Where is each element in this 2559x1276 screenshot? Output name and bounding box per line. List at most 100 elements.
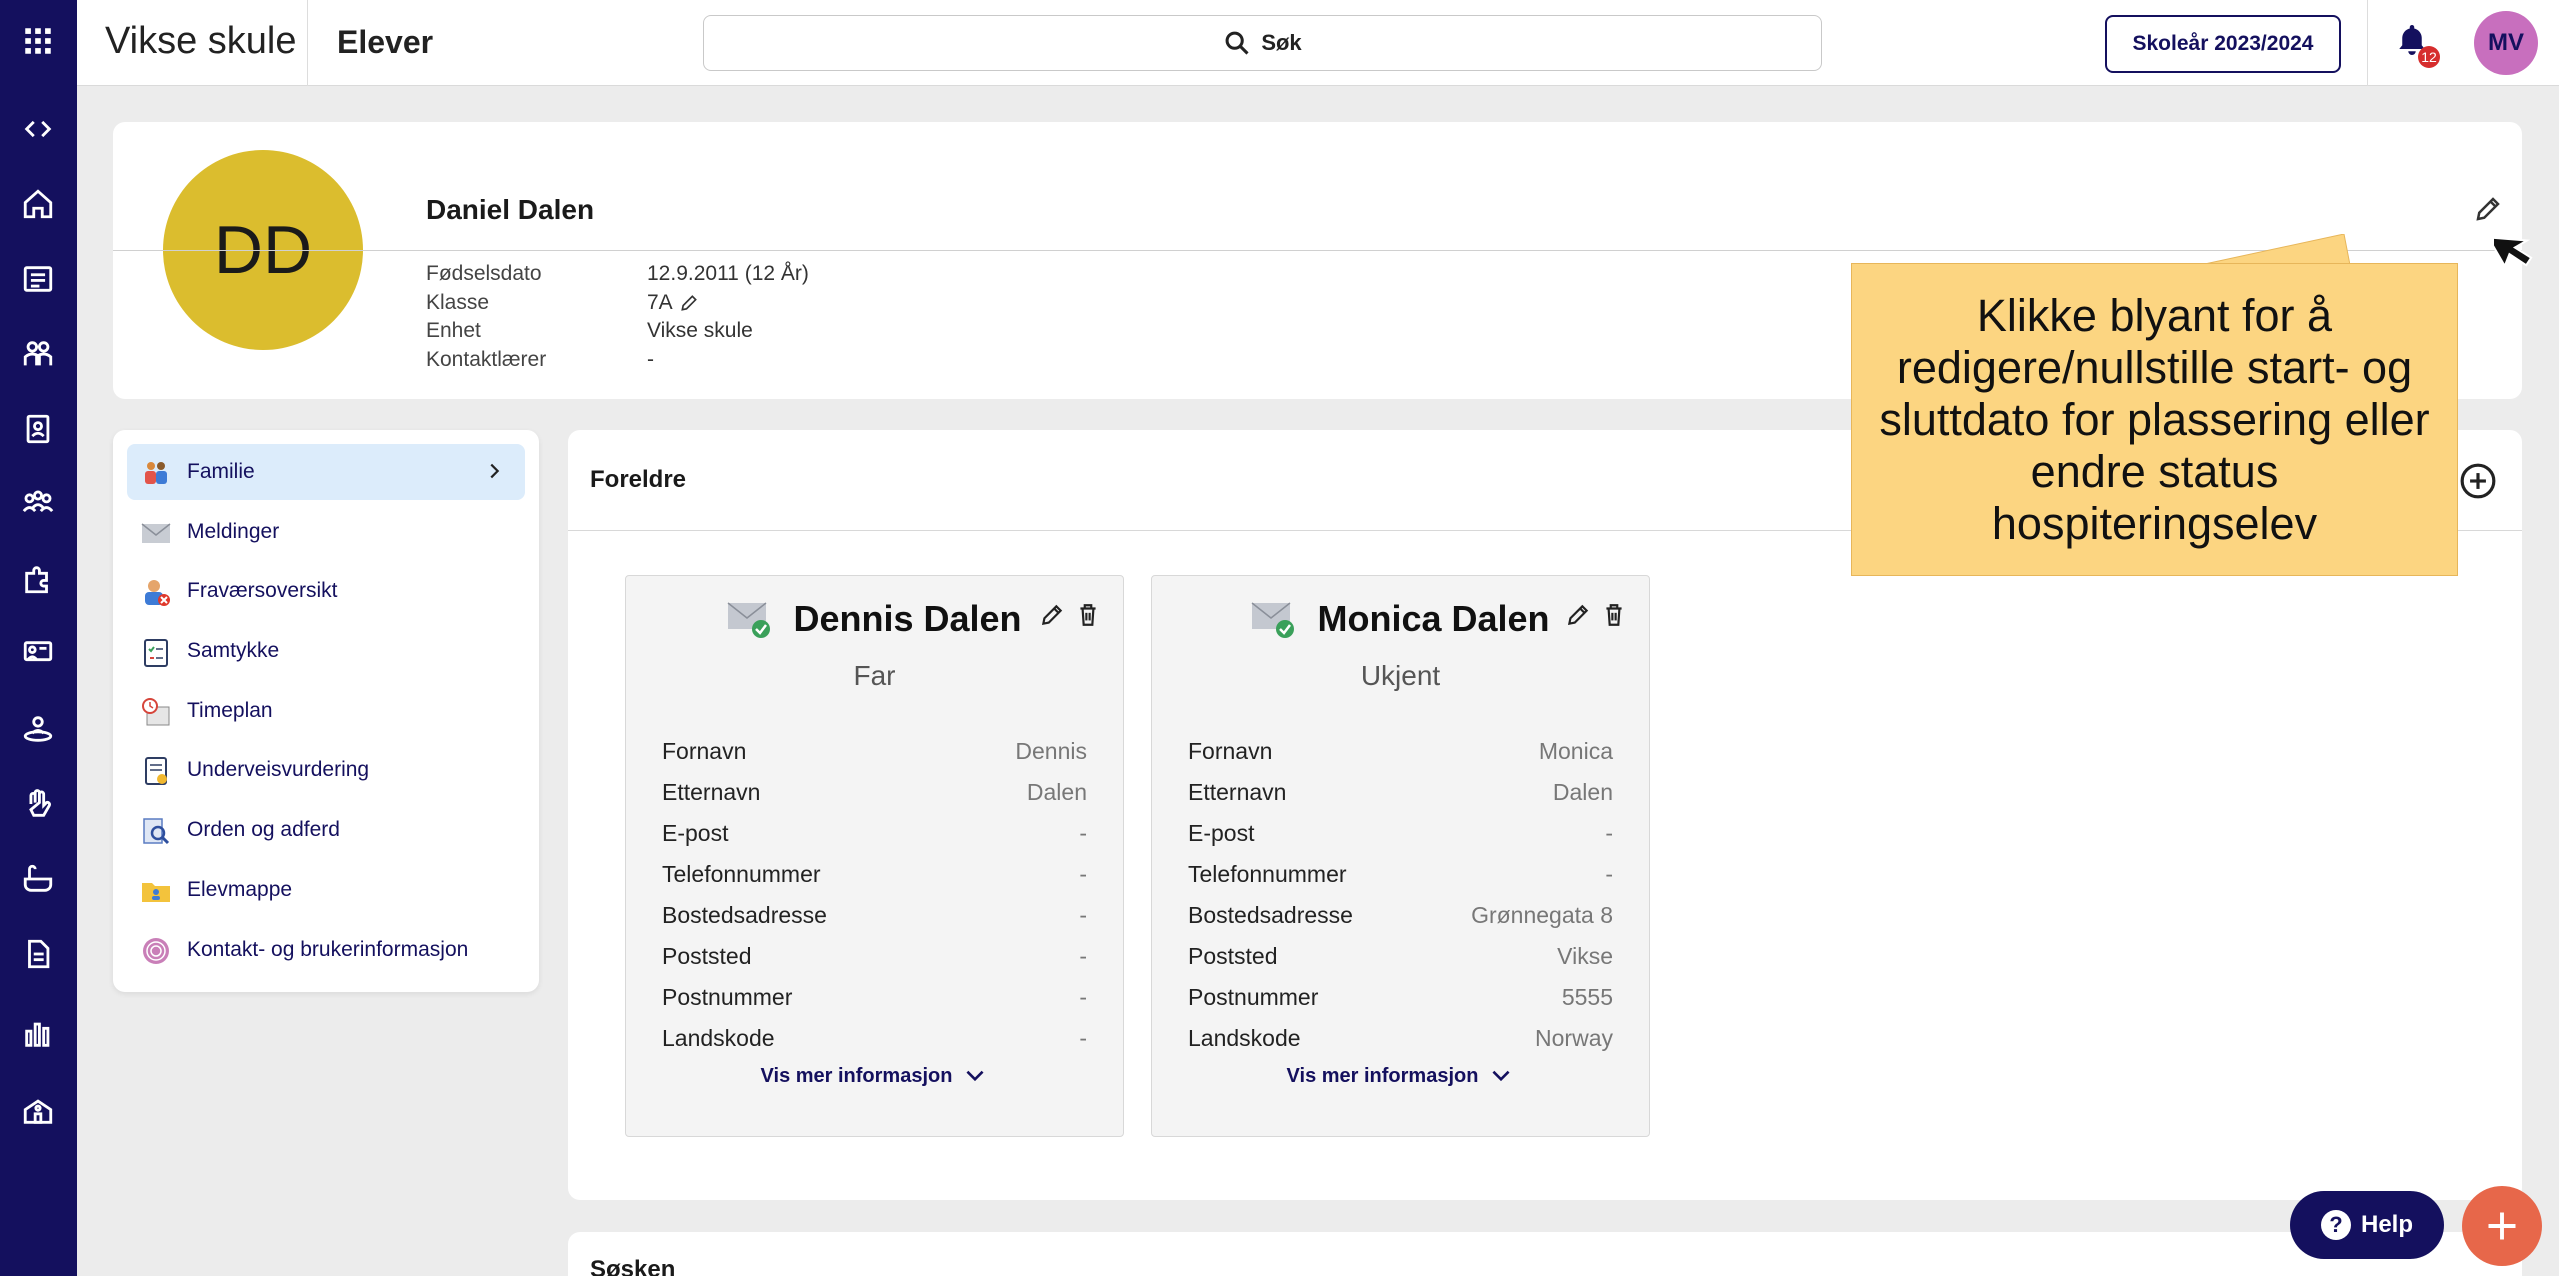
parent-name: Dennis Dalen <box>793 598 1022 639</box>
menu-item-familie[interactable]: Familie <box>127 444 525 500</box>
student-card-icon[interactable] <box>19 410 57 448</box>
show-more-button[interactable]: Vis mer informasjon <box>1152 1063 1649 1089</box>
search-label: Søk <box>1261 30 1302 55</box>
parent-fields: Fornavn Dennis Etternavn Dalen E-post - Tel… <box>662 731 1087 1059</box>
school-icon[interactable] <box>19 1092 57 1130</box>
field-value: Dalen <box>1552 779 1613 805</box>
pencil-icon[interactable] <box>679 293 699 313</box>
bar-chart-icon[interactable] <box>19 1015 57 1053</box>
left-rail <box>0 0 77 1276</box>
field-label: E-post <box>662 820 729 846</box>
detail-row-contact-teacher: Kontaktlærer - <box>426 346 809 375</box>
person-ring-icon[interactable] <box>19 710 57 748</box>
menu-item-meldinger[interactable]: Meldinger <box>127 504 525 560</box>
home-icon[interactable] <box>19 185 57 223</box>
edit-student-button[interactable] <box>2473 194 2503 224</box>
detail-value: 7A <box>647 290 673 314</box>
field-value: Vikse <box>1557 943 1613 969</box>
student-details: Fødselsdato 12.9.2011 (12 År) Klasse 7A … <box>426 260 809 374</box>
menu-item-label: Fraværsoversikt <box>187 579 338 603</box>
mouse-cursor-icon <box>2494 236 2533 269</box>
field-row: Etternavn Dalen <box>662 772 1087 813</box>
family-icon <box>145 462 167 484</box>
menu-item-label: Underveisvurdering <box>187 758 370 782</box>
collapse-toggle-icon[interactable] <box>19 110 57 148</box>
field-row: Postnummer 5555 <box>1188 977 1613 1018</box>
detail-label: Enhet <box>426 319 481 343</box>
menu-item-underveisvurdering[interactable]: Underveisvurdering <box>127 742 525 798</box>
user-avatar[interactable]: MV <box>2474 11 2538 75</box>
parent-fields: Fornavn Monica Etternavn Dalen E-post - Tel… <box>1188 731 1613 1059</box>
field-value: - <box>1605 820 1613 846</box>
field-row: Etternavn Dalen <box>1188 772 1613 813</box>
notifications-button[interactable]: 12 <box>2394 22 2440 68</box>
pencil-icon[interactable] <box>1039 602 1065 628</box>
field-row: Landskode - <box>662 1018 1087 1059</box>
menu-item-orden-og-adferd[interactable]: Orden og adferd <box>127 802 525 858</box>
field-label: Fornavn <box>662 738 747 764</box>
pencil-icon[interactable] <box>1565 602 1591 628</box>
puzzle-icon[interactable] <box>19 560 57 598</box>
news-icon[interactable] <box>19 260 57 298</box>
students-icon[interactable] <box>19 335 57 373</box>
field-value: Grønnegata 8 <box>1471 902 1613 928</box>
trash-icon[interactable] <box>1601 602 1627 628</box>
field-value: - <box>1079 1025 1087 1051</box>
detail-value: - <box>647 347 654 371</box>
parent-role: Ukjent <box>1360 660 1441 691</box>
menu-item-kontakt[interactable]: Kontakt- og brukerinformasjon <box>127 922 525 978</box>
show-more-button[interactable]: Vis mer informasjon <box>626 1063 1123 1089</box>
menu-item-timeplan[interactable]: Timeplan <box>127 683 525 739</box>
search-input[interactable]: Søk <box>703 15 1822 71</box>
detail-label: Klasse <box>426 290 490 314</box>
detail-row-unit: Enhet Vikse skule <box>426 317 809 346</box>
app-title[interactable]: Vikse skule <box>105 20 297 63</box>
hand-icon[interactable] <box>19 785 57 823</box>
bath-icon[interactable] <box>19 860 57 898</box>
menu-item-label: Orden og adferd <box>187 818 340 842</box>
chevron-down-icon <box>966 1070 984 1082</box>
field-value: Dennis <box>1015 738 1087 764</box>
groups-icon[interactable] <box>19 485 57 523</box>
detail-value-wrap: 7A <box>647 291 699 315</box>
student-name: Daniel Dalen <box>426 194 595 225</box>
callout-tail <box>2200 234 2350 266</box>
field-label: Telefonnummer <box>1188 861 1347 887</box>
field-row: Fornavn Dennis <box>662 731 1087 772</box>
help-button[interactable]: ? Help <box>2290 1191 2444 1259</box>
add-parent-button[interactable] <box>2459 462 2497 500</box>
profile-divider <box>113 250 2522 251</box>
show-more-label: Vis mer informasjon <box>1286 1064 1479 1087</box>
menu-item-label: Kontakt- og brukerinformasjon <box>187 937 469 961</box>
instruction-callout: Klikke blyant for å redigere/nullstille … <box>1851 263 2458 576</box>
apps-grid-icon[interactable] <box>19 22 57 60</box>
envelope-verified-icon <box>728 602 771 638</box>
field-value: - <box>1079 902 1087 928</box>
menu-item-elevmappe[interactable]: Elevmappe <box>127 862 525 918</box>
search-icon <box>1225 31 1249 55</box>
field-label: Etternavn <box>1188 779 1287 805</box>
student-menu: Familie Meldinger Fraværsoversikt Samtyk… <box>113 430 539 992</box>
field-row: Telefonnummer - <box>662 854 1087 895</box>
field-label: Postnummer <box>662 984 793 1010</box>
menu-item-label: Timeplan <box>187 698 273 722</box>
field-row: E-post - <box>1188 813 1613 854</box>
field-row: Fornavn Monica <box>1188 731 1613 772</box>
add-fab-button[interactable] <box>2462 1186 2542 1266</box>
field-value: 5555 <box>1561 984 1613 1010</box>
document-icon[interactable] <box>19 935 57 973</box>
classroom-icon[interactable] <box>19 635 57 673</box>
parent-card-tools <box>1039 602 1101 628</box>
pencil-icon <box>2476 197 2500 221</box>
field-value: - <box>1079 820 1087 846</box>
envelope-icon <box>141 523 171 543</box>
schedule-icon <box>142 697 170 726</box>
menu-item-fravaer[interactable]: Fraværsoversikt <box>127 563 525 619</box>
field-value: - <box>1079 984 1087 1010</box>
menu-item-samtykke[interactable]: Samtykke <box>127 623 525 679</box>
field-label: Bostedsadresse <box>662 902 827 928</box>
plus-icon <box>2488 1212 2516 1240</box>
school-year-button[interactable]: Skoleår 2023/2024 <box>2105 15 2341 73</box>
trash-icon[interactable] <box>1075 602 1101 628</box>
envelope-verified-icon <box>1252 602 1295 638</box>
